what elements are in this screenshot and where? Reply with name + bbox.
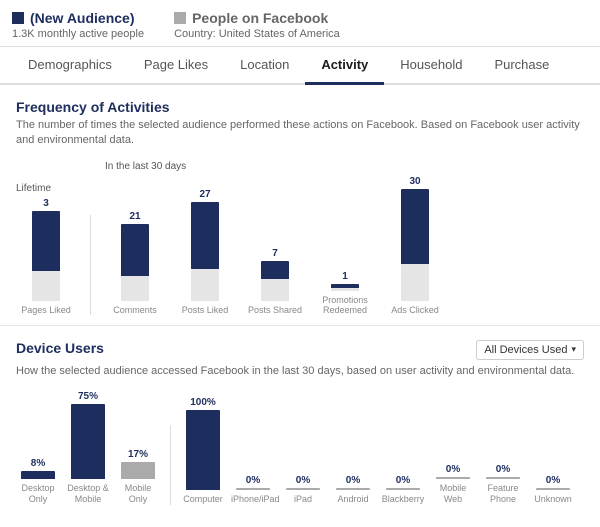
device-desc: How the selected audience accessed Faceb… (16, 364, 584, 379)
device-desktop-only: 8% Desktop Only (16, 458, 60, 505)
audience-block: (New Audience) 1.3K monthly active peopl… (12, 10, 144, 40)
device-ipad: 0% iPad (281, 475, 325, 505)
device-mobile-web: 0% Mobile Web (431, 464, 475, 505)
tab-household[interactable]: Household (384, 47, 478, 85)
people-dot (174, 12, 186, 24)
tab-location[interactable]: Location (224, 47, 305, 85)
audience-subtitle: 1.3K monthly active people (12, 28, 144, 40)
people-block: People on Facebook Country: United State… (174, 10, 340, 40)
chevron-down-icon: ▾ (571, 344, 576, 355)
device-android: 0% Android (331, 475, 375, 505)
device-feature-phone: 0% Feature Phone (481, 464, 525, 505)
frequency-title: Frequency of Activities (16, 99, 584, 115)
people-subtitle: Country: United States of America (174, 28, 340, 40)
device-mobile-only: 17% Mobile Only (116, 449, 160, 505)
device-desktop-mobile: 75% Desktop & Mobile (66, 391, 110, 505)
bar-comments: 21 Comments (105, 211, 165, 315)
days30-label: In the last 30 days (105, 161, 445, 172)
frequency-section: Frequency of Activities The number of ti… (0, 85, 600, 326)
device-iphone-ipad: 0% iPhone/iPad (231, 475, 275, 505)
bar-posts-shared: 7 Posts Shared (245, 248, 305, 315)
frequency-desc: The number of times the selected audienc… (16, 118, 584, 149)
bar-posts-liked: 27 Posts Liked (175, 189, 235, 315)
tab-activity[interactable]: Activity (305, 47, 384, 85)
audience-title: (New Audience) (12, 10, 144, 26)
device-filter-dropdown[interactable]: All Devices Used ▾ (476, 340, 584, 360)
bar-pages-liked: 3 Pages Liked (16, 198, 76, 315)
tabs-bar: Demographics Page Likes Location Activit… (0, 47, 600, 85)
device-filter-label: All Devices Used (484, 344, 567, 356)
top-bar: (New Audience) 1.3K monthly active peopl… (0, 0, 600, 47)
bar-promotions: 1 Promotions Redeemed (315, 271, 375, 315)
device-blackberry: 0% Blackberry (381, 475, 425, 505)
device-unknown: 0% Unknown (531, 475, 575, 505)
tab-purchase[interactable]: Purchase (478, 47, 565, 85)
audience-name: (New Audience) (30, 10, 135, 26)
device-title: Device Users (16, 340, 104, 356)
tab-demographics[interactable]: Demographics (12, 47, 128, 85)
tab-page-likes[interactable]: Page Likes (128, 47, 224, 85)
device-computer: 100% Computer (181, 397, 225, 505)
audience-dot (12, 12, 24, 24)
lifetime-label: Lifetime (16, 183, 76, 194)
people-title: People on Facebook (174, 10, 340, 26)
people-name: People on Facebook (192, 10, 328, 26)
device-header: Device Users All Devices Used ▾ (16, 340, 584, 360)
bar-ads-clicked: 30 Ads Clicked (385, 176, 445, 315)
device-section: Device Users All Devices Used ▾ How the … (0, 326, 600, 519)
